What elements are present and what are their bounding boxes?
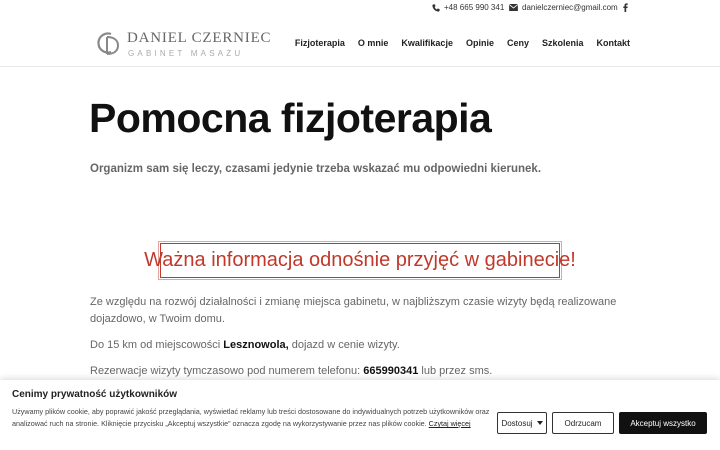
nav-szkolenia[interactable]: Szkolenia xyxy=(542,38,584,48)
cookie-banner: Cenimy prywatność użytkowników Używamy p… xyxy=(0,380,720,450)
customize-label: Dostosuj xyxy=(501,418,533,428)
notice-heading: Ważna informacja odnośnie przyjęć w gabi… xyxy=(144,249,576,271)
page-title: Pomocna fizjoterapia xyxy=(89,95,492,141)
nav-fizjoterapia[interactable]: Fizjoterapia xyxy=(295,38,345,48)
nav-kontakt[interactable]: Kontakt xyxy=(597,38,631,48)
cookie-title: Cenimy prywatność użytkowników xyxy=(12,389,178,400)
envelope-icon xyxy=(509,4,518,11)
distance-text: Do 15 km od miejscowości xyxy=(90,339,224,351)
facebook-icon xyxy=(623,3,628,12)
booking-info: Rezerwacje wizyty tymczasowo pod numerem… xyxy=(90,363,492,380)
email-contact[interactable]: danielczerniec@gmail.com xyxy=(509,3,618,12)
info-line-1: Ze względu na rozwój działalności i zmia… xyxy=(90,296,617,308)
cookie-accept-button[interactable]: Akceptuj wszystko xyxy=(619,412,707,434)
nav-ceny[interactable]: Ceny xyxy=(507,38,529,48)
lead-text: Organizm sam się leczy, czasami jedynie … xyxy=(90,163,542,175)
booking-suffix: lub przez sms. xyxy=(418,365,493,377)
important-notice: Ważna informacja odnośnie przyjęć w gabi… xyxy=(144,241,576,280)
distance-suffix: dojazd w cenie wizyty. xyxy=(288,339,400,351)
site-logo[interactable]: Daniel Czerniec Gabinet Masażu xyxy=(96,29,271,59)
phone-number: +48 665 990 341 xyxy=(444,3,505,12)
booking-text: Rezerwacje wizyty tymczasowo pod numerem… xyxy=(90,365,364,377)
town-name: Lesznowola, xyxy=(223,339,289,351)
cookie-description: Używamy plików cookie, aby poprawić jako… xyxy=(12,406,492,430)
nav-kwalifikacje[interactable]: Kwalifikacje xyxy=(401,38,453,48)
cookie-customize-button[interactable]: Dostosuj xyxy=(497,412,547,434)
main-nav: Fizjoterapia O mnie Kwalifikacje Opinie … xyxy=(282,38,630,48)
cookie-read-more-link[interactable]: Czytaj więcej xyxy=(429,419,471,428)
cookie-text: Używamy plików cookie, aby poprawić jako… xyxy=(12,407,490,428)
facebook-link[interactable] xyxy=(623,3,628,12)
reject-label: Odrzucam xyxy=(564,418,602,428)
logo-name: Daniel Czerniec xyxy=(127,30,272,46)
nav-opinie[interactable]: Opinie xyxy=(466,38,494,48)
distance-info: Do 15 km od miejscowości Lesznowola, doj… xyxy=(90,337,400,354)
logo-monogram xyxy=(97,32,120,55)
nav-o-mnie[interactable]: O mnie xyxy=(358,38,389,48)
phone-icon xyxy=(432,3,440,12)
info-line-2: dojazdowo, w Twoim domu. xyxy=(90,313,225,325)
logo-subtitle: Gabinet Masażu xyxy=(128,49,244,58)
booking-phone: 665990341 xyxy=(363,365,419,377)
email-address: danielczerniec@gmail.com xyxy=(522,3,618,12)
accept-label: Akceptuj wszystko xyxy=(630,418,696,428)
cookie-reject-button[interactable]: Odrzucam xyxy=(552,412,614,434)
chevron-down-icon xyxy=(536,421,543,425)
site-header: Daniel Czerniec Gabinet Masażu Fizjotera… xyxy=(0,19,720,67)
top-bar: +48 665 990 341 danielczerniec@gmail.com xyxy=(0,0,720,19)
phone-contact[interactable]: +48 665 990 341 xyxy=(432,3,504,12)
